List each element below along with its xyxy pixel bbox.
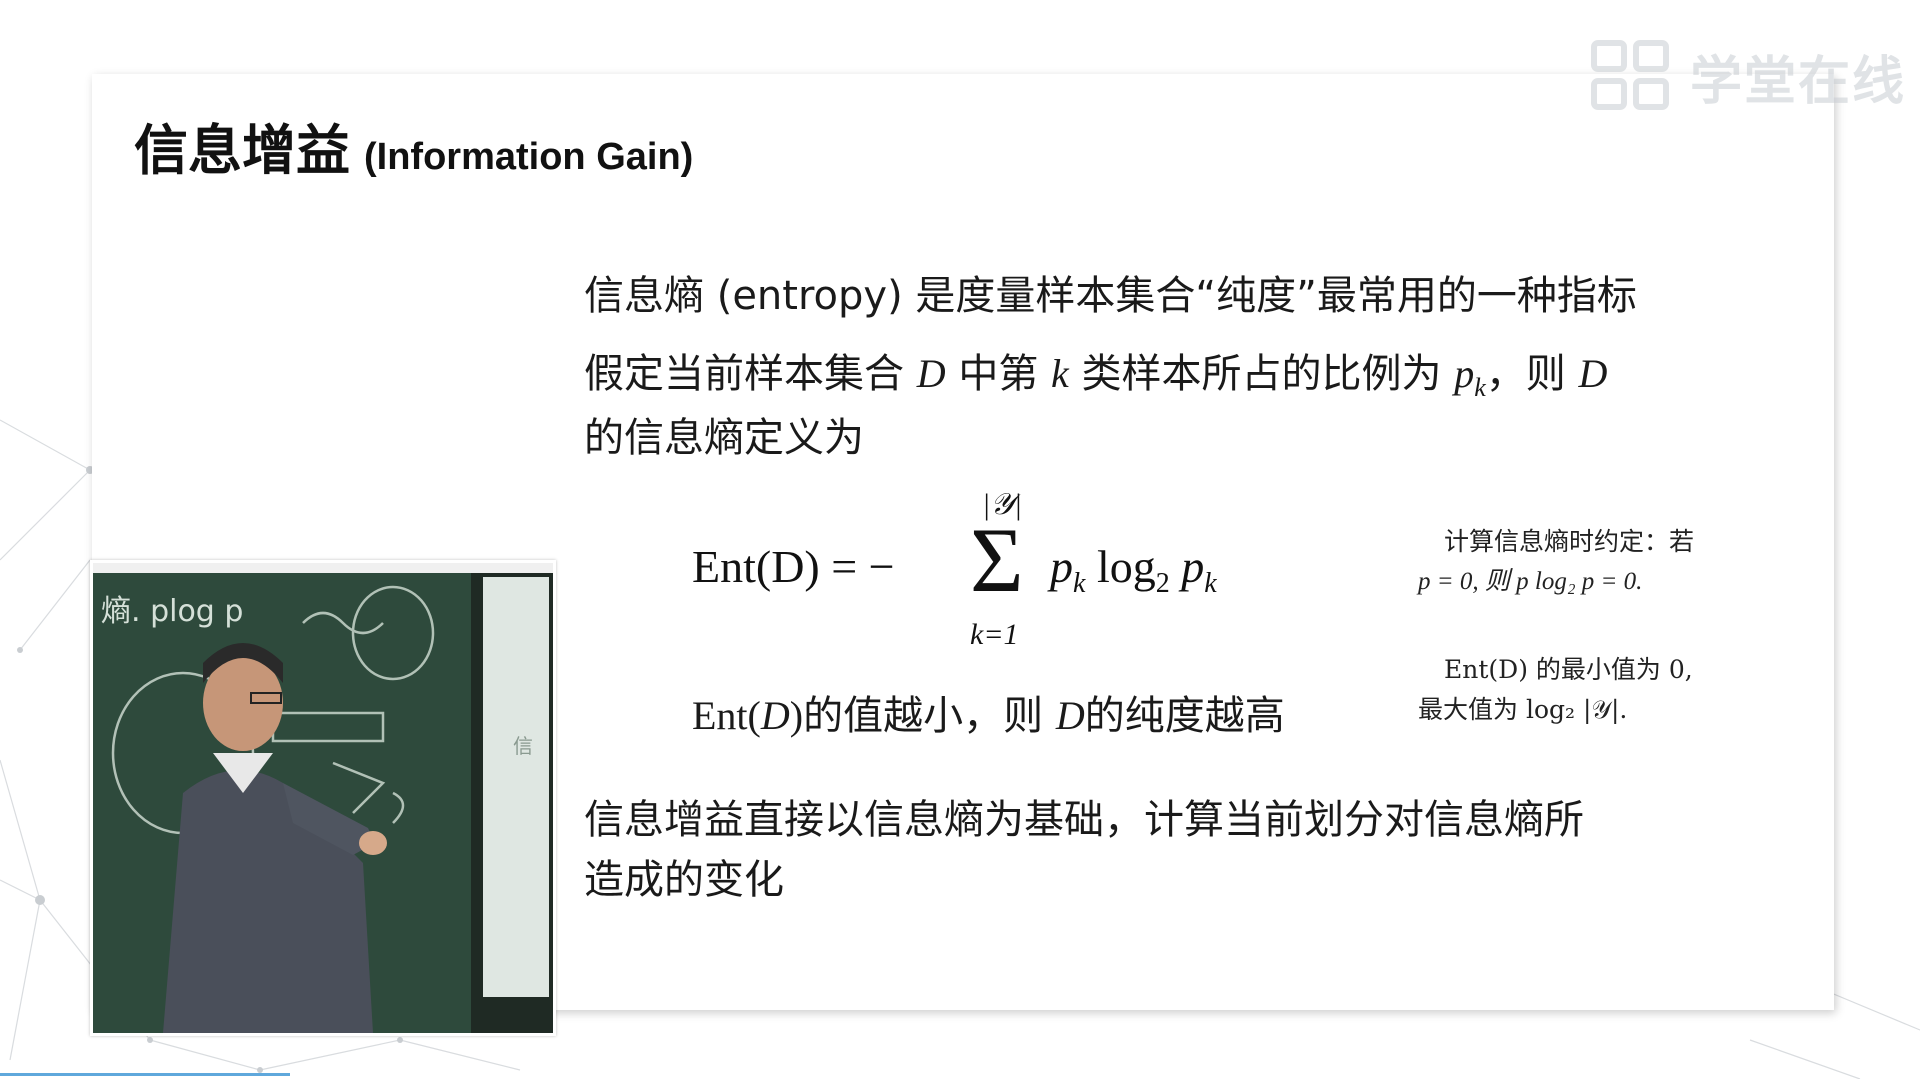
information-gain-paragraph: 信息增益直接以信息熵为基础，计算当前划分对信息熵所 造成的变化: [584, 790, 1584, 910]
line3-text: 的信息熵定义为: [584, 415, 864, 461]
entropy-formula: Ent(D) = − |𝒴| Σ k=1 pk log2 pk: [692, 488, 1252, 662]
purity-paren: ): [789, 693, 804, 738]
line2-d: ，则: [1485, 351, 1579, 397]
summation-symbol: Σ: [970, 509, 1024, 611]
line2-c: 类样本所占的比例为: [1068, 351, 1455, 397]
purity-text2: 的纯度越高: [1084, 693, 1285, 739]
line2-pk-sub: k: [1474, 373, 1486, 402]
watermark: 学堂在线: [1590, 36, 1906, 116]
lecturer-video-inset[interactable]: 熵. plog p 信: [90, 560, 556, 1036]
title-english: (Information Gain): [364, 136, 694, 178]
rhs-k2: k: [1204, 568, 1217, 600]
progress-indicator: [0, 1073, 290, 1076]
xuetangx-logo-icon: [1591, 40, 1669, 110]
line2-b: 中第: [945, 351, 1052, 397]
formula-sum-lower: k=1: [970, 618, 1019, 651]
watermark-text: 学堂在线: [1690, 51, 1907, 112]
lecturer-scene: 熵. plog p 信: [93, 563, 553, 1033]
purity-line: Ent(D)的值越小，则 D的纯度越高: [692, 686, 1285, 746]
rhs-p2: p: [1169, 541, 1205, 592]
convention-note: 计算信息熵时约定：若 p = 0, 则 p log₂ p = 0.: [1418, 522, 1694, 602]
line2-D: D: [916, 351, 946, 396]
para4-line2: 造成的变化: [584, 857, 784, 903]
range-note: Ent(D) 的最小值为 0, 最大值为 log₂ |𝒴|.: [1418, 650, 1693, 730]
line2-k: k: [1051, 351, 1069, 396]
purity-D2: D: [1055, 693, 1085, 738]
note1-line1: 计算信息熵时约定：若: [1444, 527, 1695, 556]
rhs-log: log: [1085, 541, 1156, 592]
formula-rhs: pk log2 pk: [1050, 540, 1217, 600]
rhs-2: 2: [1155, 568, 1170, 600]
para4-line1: 信息增益直接以信息熵为基础，计算当前划分对信息熵所: [584, 797, 1584, 843]
slide-title: 信息增益 (Information Gain): [134, 106, 693, 185]
definition-line: 的信息熵定义为: [584, 408, 864, 468]
line2-D2: D: [1578, 351, 1608, 396]
video-player-frame: 学堂在线 信息增益 (Information Gain) 信息熵 (entropy…: [0, 0, 1920, 1079]
line2-pk: p: [1454, 351, 1475, 396]
note2-line2: 最大值为 log₂ |𝒴|.: [1418, 695, 1628, 724]
side-screen-text: 信: [513, 734, 533, 758]
purity-ent: Ent(: [692, 693, 761, 738]
note1-line2: p = 0, 则 p log₂ p = 0.: [1418, 568, 1643, 595]
title-chinese: 信息增益: [134, 119, 350, 182]
formula-lhs: Ent(D) = −: [692, 541, 895, 592]
line2-a: 假定当前样本集合: [584, 351, 917, 397]
proportion-line: 假定当前样本集合 D 中第 k 类样本所占的比例为 pk，则 D: [584, 344, 1607, 418]
entropy-definition-line: 信息熵 (entropy) 是度量样本集合“纯度”最常用的一种指标: [584, 266, 1637, 326]
rhs-p: p: [1050, 541, 1073, 592]
blackboard-text: 熵. plog p: [101, 594, 243, 629]
purity-text1: 的值越小，则: [803, 693, 1056, 739]
purity-D: D: [760, 693, 790, 738]
rhs-k: k: [1073, 568, 1086, 600]
line1-text: 信息熵 (entropy) 是度量样本集合“纯度”最常用的一种指标: [584, 273, 1637, 319]
note2-line1: Ent(D) 的最小值为 0,: [1444, 655, 1693, 684]
